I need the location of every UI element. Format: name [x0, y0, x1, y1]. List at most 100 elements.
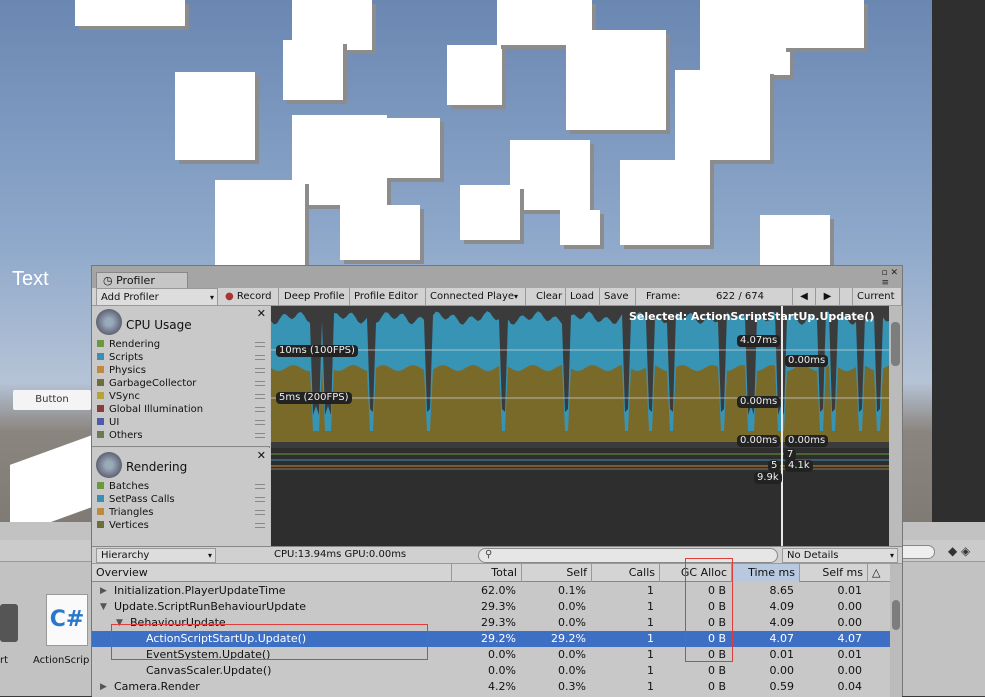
graph-scrollbar[interactable] — [889, 306, 902, 546]
cpu-usage-module[interactable]: CPU Usage ✕ Rendering Scripts Physics Garba… — [92, 306, 270, 447]
drag-handle[interactable] — [255, 420, 265, 425]
prev-frame-button[interactable]: ◀ — [792, 288, 816, 306]
profiler-icon: ◷ — [103, 274, 117, 287]
legend-item[interactable]: Triangles — [97, 506, 153, 519]
column-header[interactable]: Calls — [592, 564, 660, 582]
tab-profiler[interactable]: ◷ Profiler — [96, 272, 188, 288]
table-row[interactable]: ▼ Update.ScriptRunBehaviourUpdate 29.3% 0.0… — [92, 599, 890, 615]
warning-icon[interactable]: △ — [868, 564, 890, 582]
table-row[interactable]: CanvasScaler.Update() 0.0% 0.0% 1 0 B 0.00 0.0… — [92, 663, 890, 679]
drag-handle[interactable] — [255, 381, 265, 386]
drag-handle[interactable] — [255, 394, 265, 399]
drag-handle[interactable] — [255, 497, 265, 502]
profiler-toolbar: Add Profiler ▾ ● Record Deep Profile Prof… — [92, 288, 902, 306]
drag-handle[interactable] — [255, 510, 265, 515]
legend-item[interactable]: GarbageCollector — [97, 377, 196, 390]
frame-label: Frame: — [646, 291, 681, 302]
drag-handle[interactable] — [255, 433, 265, 438]
legend-swatch — [97, 392, 104, 399]
cell-selfms: 0.00 — [837, 616, 863, 629]
profiler-graph-area[interactable]: Selected: ActionScriptStartUp.Update() 1… — [271, 306, 889, 546]
cube — [283, 40, 343, 100]
legend-item[interactable]: Physics — [97, 364, 146, 377]
value-label: 0.00ms — [785, 435, 829, 447]
project-toolbar-icons[interactable]: ◆ ◈ — [948, 544, 970, 558]
drag-handle[interactable] — [255, 355, 265, 360]
close-icon[interactable]: ✕ — [257, 307, 266, 320]
drag-handle[interactable] — [255, 368, 265, 373]
cell-self: 0.0% — [558, 664, 586, 677]
value-label: 0.00ms — [737, 396, 781, 408]
expand-right-icon[interactable]: ▶ — [100, 679, 107, 695]
profile-editor-button[interactable]: Profile Editor — [350, 288, 426, 306]
legend-swatch — [97, 418, 104, 425]
legend-item[interactable]: Vertices — [97, 519, 149, 532]
asset-icon[interactable] — [0, 604, 18, 642]
search-input[interactable]: ⚲ — [478, 548, 778, 563]
cell-calls: 1 — [647, 616, 654, 629]
column-header[interactable]: Self — [522, 564, 592, 582]
details-label: No Details — [787, 550, 839, 561]
highlight-box — [685, 558, 733, 662]
table-row[interactable]: ▶ Initialization.PlayerUpdateTime 62.0% 0.1… — [92, 583, 890, 599]
legend-item[interactable]: SetPass Calls — [97, 493, 175, 506]
cube — [75, 0, 185, 26]
record-icon: ● — [225, 291, 234, 302]
window-controls[interactable]: ▫ ✕ ≡ — [881, 268, 898, 288]
chevron-down-icon: ▾ — [207, 551, 212, 560]
connected-player-dropdown[interactable]: Connected Playe▾ — [426, 288, 526, 306]
record-button[interactable]: ● Record — [221, 288, 279, 306]
legend-item[interactable]: Global Illumination — [97, 403, 203, 416]
canvas-button[interactable]: Button — [13, 390, 91, 410]
cell-calls: 1 — [647, 584, 654, 597]
rendering-area — [271, 365, 889, 442]
legend-swatch — [97, 482, 104, 489]
view-mode-label: Hierarchy — [101, 550, 150, 561]
legend-label: Rendering — [109, 339, 161, 350]
frame-playhead[interactable] — [781, 306, 783, 546]
column-header[interactable]: Time ms — [732, 564, 800, 582]
column-header[interactable]: Total — [452, 564, 522, 582]
function-name: Initialization.PlayerUpdateTime — [114, 584, 286, 597]
legend-item[interactable]: Others — [97, 429, 143, 442]
legend-item[interactable]: UI — [97, 416, 119, 429]
next-frame-button[interactable]: ▶ — [816, 288, 840, 306]
column-header[interactable]: Overview — [92, 564, 452, 582]
legend-item[interactable]: VSync — [97, 390, 140, 403]
table-row[interactable]: ▶ Camera.Render 4.2% 0.3% 1 0 B 0.59 0.04 — [92, 679, 890, 695]
legend-item[interactable]: Rendering — [97, 338, 160, 351]
column-header[interactable]: Self ms — [800, 564, 868, 582]
details-dropdown[interactable]: No Details ▾ — [782, 548, 898, 563]
current-frame-button[interactable]: Current — [852, 288, 902, 306]
legend-item[interactable]: Batches — [97, 480, 149, 493]
legend-swatch — [97, 495, 104, 502]
drag-handle[interactable] — [255, 342, 265, 347]
legend-label: Batches — [109, 481, 150, 492]
cpu-usage-graph[interactable] — [271, 306, 889, 447]
load-button[interactable]: Load — [566, 288, 600, 306]
expand-down-icon[interactable]: ▼ — [100, 599, 107, 615]
rendering-value-label: 5 — [768, 460, 781, 472]
legend-swatch — [97, 521, 104, 528]
csharp-script-icon[interactable]: C# — [46, 594, 88, 646]
save-button[interactable]: Save — [600, 288, 636, 306]
scrollbar-thumb[interactable] — [892, 600, 900, 630]
drag-handle[interactable] — [255, 523, 265, 528]
drag-handle[interactable] — [255, 407, 265, 412]
close-icon[interactable]: ✕ — [257, 449, 266, 462]
cell-time: 0.59 — [769, 680, 795, 693]
rendering-module[interactable]: Rendering ✕ Batches SetPass Calls Triangle… — [92, 448, 270, 546]
scrollbar-thumb[interactable] — [891, 322, 900, 366]
table-scrollbar[interactable] — [890, 564, 902, 697]
deep-profile-button[interactable]: Deep Profile — [280, 288, 350, 306]
legend-item[interactable]: Scripts — [97, 351, 143, 364]
legend-label: Triangles — [109, 507, 154, 518]
drag-handle[interactable] — [255, 484, 265, 489]
cube — [782, 0, 864, 48]
clear-button[interactable]: Clear — [532, 288, 566, 306]
expand-right-icon[interactable]: ▶ — [100, 583, 107, 599]
add-profiler-dropdown[interactable]: Add Profiler ▾ — [96, 288, 218, 306]
cell-self: 0.1% — [558, 584, 586, 597]
view-mode-dropdown[interactable]: Hierarchy ▾ — [96, 548, 216, 563]
function-name: CanvasScaler.Update() — [146, 664, 272, 677]
